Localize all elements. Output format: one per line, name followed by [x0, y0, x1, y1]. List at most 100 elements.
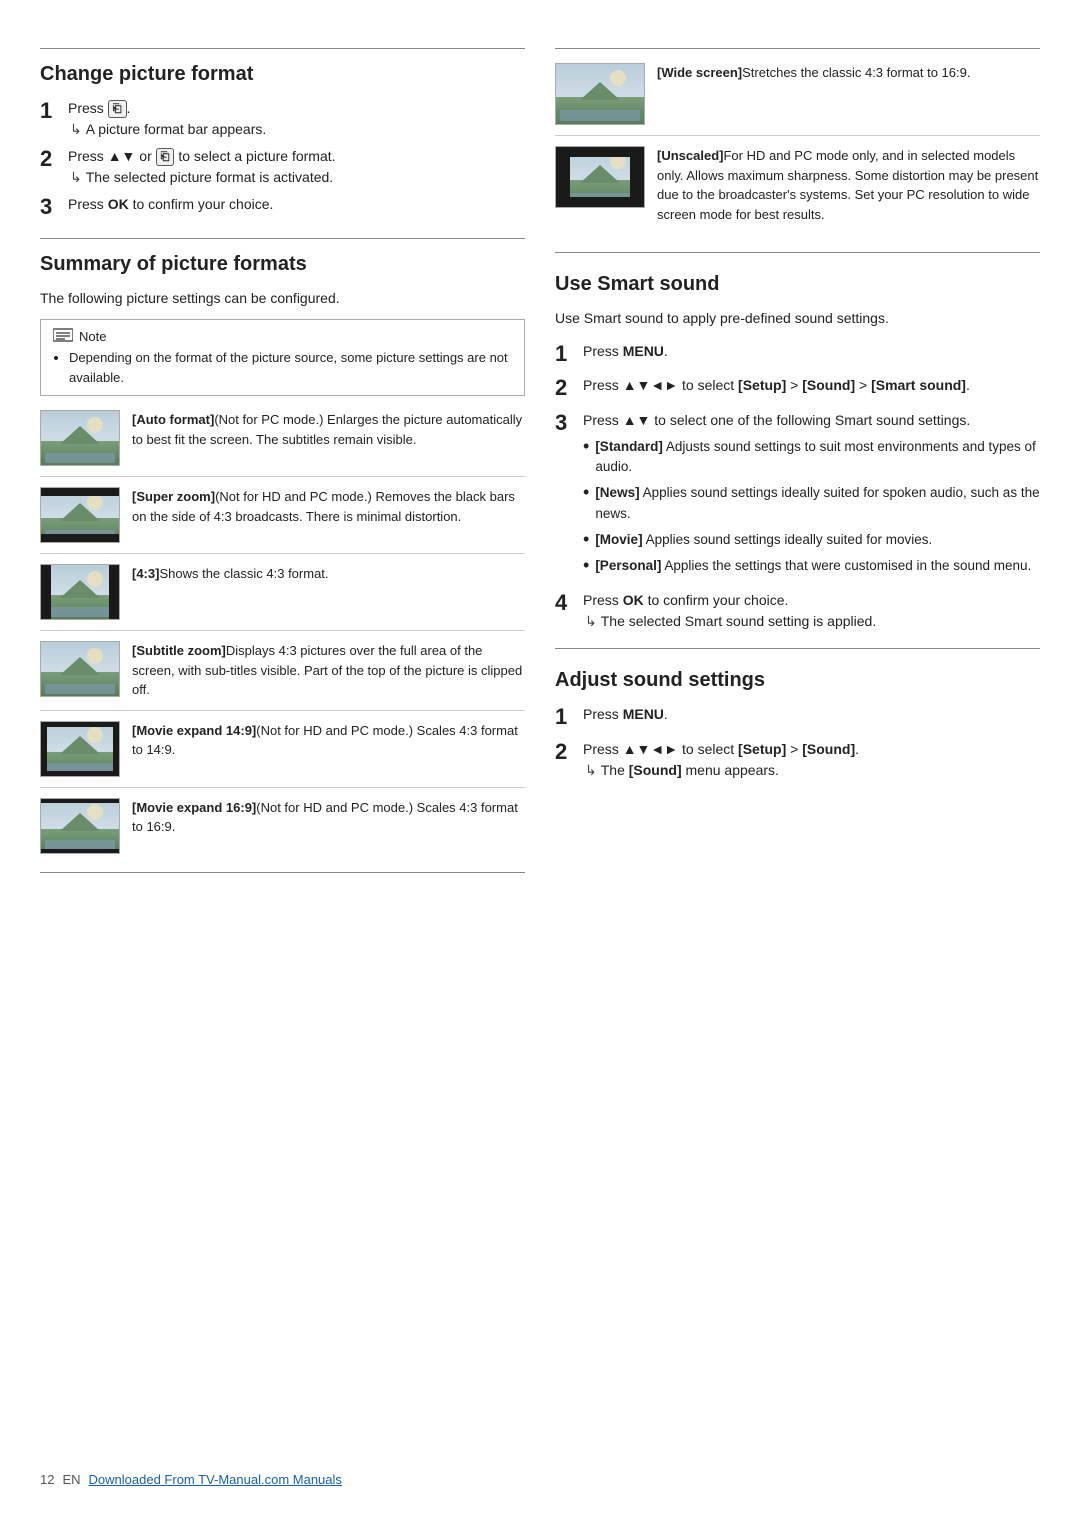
smart-step-2-number: 2 [555, 375, 583, 401]
step-3-number: 3 [40, 194, 68, 220]
format-button-icon: ⎗ [108, 100, 127, 118]
step-1: 1 Press ⎗. A picture format bar appears. [40, 98, 525, 138]
smart-step-4-text: Press OK to confirm your choice. [583, 590, 1040, 611]
format-item-movie-16-9: [Movie expand 16:9](Not for HD and PC mo… [40, 798, 525, 854]
adjust-step-1: 1 Press MENU. [555, 704, 1040, 730]
format-desc-movie-16-9: [Movie expand 16:9](Not for HD and PC mo… [132, 798, 525, 837]
format-item-super-zoom: [Super zoom](Not for HD and PC mode.) Re… [40, 487, 525, 554]
bullet-movie: • [Movie] Applies sound settings ideally… [583, 530, 1040, 550]
format-label-subtitle-zoom: [Subtitle zoom] [132, 643, 226, 658]
smart-step-1-text: Press MENU. [583, 341, 1040, 362]
two-column-layout: Change picture format 1 Press ⎗. A pictu… [40, 30, 1040, 1452]
format-label-movie-14-9: [Movie expand 14:9] [132, 723, 256, 738]
step-1-number: 1 [40, 98, 68, 124]
adjust-sound-title: Adjust sound settings [555, 669, 1040, 692]
smart-step-2: 2 Press ▲▼◄► to select [Setup] > [Sound]… [555, 375, 1040, 401]
smart-step-4-content: Press OK to confirm your choice. The sel… [583, 590, 1040, 630]
change-picture-format-section: Change picture format 1 Press ⎗. A pictu… [40, 63, 525, 220]
adjust-step-1-number: 1 [555, 704, 583, 730]
format-desc-auto: [Auto format](Not for PC mode.) Enlarges… [132, 410, 525, 449]
note-header: Note [53, 328, 512, 344]
left-column: Change picture format 1 Press ⎗. A pictu… [40, 30, 525, 1452]
smart-step-3: 3 Press ▲▼ to select one of the followin… [555, 410, 1040, 583]
bullet-news: • [News] Applies sound settings ideally … [583, 483, 1040, 524]
adjust-step-2-number: 2 [555, 739, 583, 765]
step-2-text: Press ▲▼ or ⎗ to select a picture format… [68, 146, 525, 167]
use-smart-sound-section: Use Smart sound Use Smart sound to apply… [555, 273, 1040, 630]
summary-picture-formats-section: Summary of picture formats The following… [40, 253, 525, 854]
smart-step-4-number: 4 [555, 590, 583, 616]
format-desc-movie-14-9: [Movie expand 14:9](Not for HD and PC mo… [132, 721, 525, 760]
format-item-subtitle-zoom: [Subtitle zoom]Displays 4:3 pictures ove… [40, 641, 525, 711]
adjust-sound-section: Adjust sound settings 1 Press MENU. 2 Pr… [555, 669, 1040, 778]
thumb-auto [40, 410, 120, 466]
step-1-content: Press ⎗. A picture format bar appears. [68, 98, 525, 138]
right-thumb-unscaled [555, 146, 645, 208]
top-divider-left [40, 48, 525, 49]
bullet-dot-personal: • [583, 556, 589, 574]
format-button2-icon: ⎗ [156, 148, 175, 166]
bullet-personal: • [Personal] Applies the settings that w… [583, 556, 1040, 576]
adjust-step-2-result: The [Sound] menu appears. [585, 762, 1040, 779]
note-box: Note Depending on the format of the pict… [40, 319, 525, 396]
bullet-standard: • [Standard] Adjusts sound settings to s… [583, 437, 1040, 478]
thumb-4-3 [40, 564, 120, 620]
format-item-4-3: [4:3]Shows the classic 4:3 format. [40, 564, 525, 631]
page-number: 12 [40, 1472, 54, 1487]
bullet-dot-movie: • [583, 530, 589, 548]
note-label: Note [79, 329, 106, 344]
step-1-result: A picture format bar appears. [70, 121, 525, 138]
right-format-item-unscaled: [Unscaled]For HD and PC mode only, and i… [555, 146, 1040, 234]
top-divider-right [555, 48, 1040, 49]
right-format-label-wide: [Wide screen] [657, 65, 742, 80]
change-picture-format-title: Change picture format [40, 63, 525, 86]
smart-step-1-content: Press MENU. [583, 341, 1040, 364]
smart-step-3-content: Press ▲▼ to select one of the following … [583, 410, 1040, 583]
format-desc-super-zoom: [Super zoom](Not for HD and PC mode.) Re… [132, 487, 525, 526]
smart-step-4: 4 Press OK to confirm your choice. The s… [555, 590, 1040, 630]
right-thumb-wide [555, 63, 645, 125]
page-lang: EN [62, 1472, 80, 1487]
thumb-super-zoom [40, 487, 120, 543]
right-format-item-wide: [Wide screen]Stretches the classic 4:3 f… [555, 63, 1040, 136]
smart-step-3-number: 3 [555, 410, 583, 436]
footer: 12 EN Downloaded From TV-Manual.com Manu… [40, 1452, 1040, 1487]
mid-divider-left [40, 238, 525, 239]
format-desc-4-3: [4:3]Shows the classic 4:3 format. [132, 564, 525, 584]
format-label-super-zoom: [Super zoom] [132, 489, 215, 504]
right-format-desc-unscaled: [Unscaled]For HD and PC mode only, and i… [657, 146, 1040, 224]
step-2-content: Press ▲▼ or ⎗ to select a picture format… [68, 146, 525, 186]
step-3-text: Press OK to confirm your choice. [68, 194, 525, 215]
use-smart-sound-intro: Use Smart sound to apply pre-defined sou… [555, 308, 1040, 329]
adjust-step-1-text: Press MENU. [583, 704, 1040, 725]
thumb-subtitle-zoom [40, 641, 120, 697]
adjust-step-2-content: Press ▲▼◄► to select [Setup] > [Sound]. … [583, 739, 1040, 779]
smart-step-1: 1 Press MENU. [555, 341, 1040, 367]
format-desc-subtitle-zoom: [Subtitle zoom]Displays 4:3 pictures ove… [132, 641, 525, 700]
adjust-step-2: 2 Press ▲▼◄► to select [Setup] > [Sound]… [555, 739, 1040, 779]
format-label-4-3: [4:3] [132, 566, 159, 581]
bullet-text-movie: [Movie] Applies sound settings ideally s… [595, 530, 1040, 550]
step-2: 2 Press ▲▼ or ⎗ to select a picture form… [40, 146, 525, 186]
bullet-text-personal: [Personal] Applies the settings that wer… [595, 556, 1040, 576]
format-item-movie-14-9: [Movie expand 14:9](Not for HD and PC mo… [40, 721, 525, 788]
bullet-text-standard: [Standard] Adjusts sound settings to sui… [595, 437, 1040, 478]
bullet-text-news: [News] Applies sound settings ideally su… [595, 483, 1040, 524]
smart-step-2-text: Press ▲▼◄► to select [Setup] > [Sound] >… [583, 375, 1040, 396]
step-3-content: Press OK to confirm your choice. [68, 194, 525, 217]
right-format-list: [Wide screen]Stretches the classic 4:3 f… [555, 63, 1040, 234]
format-label-movie-16-9: [Movie expand 16:9] [132, 800, 256, 815]
format-label-auto: [Auto format] [132, 412, 214, 427]
thumb-movie-16-9 [40, 798, 120, 854]
smart-step-3-text: Press ▲▼ to select one of the following … [583, 410, 1040, 431]
smart-step-1-number: 1 [555, 341, 583, 367]
footer-link[interactable]: Downloaded From TV-Manual.com Manuals [89, 1472, 342, 1487]
footer-row: 12 EN Downloaded From TV-Manual.com Manu… [40, 1472, 1040, 1487]
step-3: 3 Press OK to confirm your choice. [40, 194, 525, 220]
summary-picture-formats-title: Summary of picture formats [40, 253, 525, 276]
format-list: [Auto format](Not for PC mode.) Enlarges… [40, 410, 525, 854]
adjust-step-1-content: Press MENU. [583, 704, 1040, 727]
bottom-divider-left [40, 872, 525, 873]
step-2-number: 2 [40, 146, 68, 172]
bullet-dot-standard: • [583, 437, 589, 455]
